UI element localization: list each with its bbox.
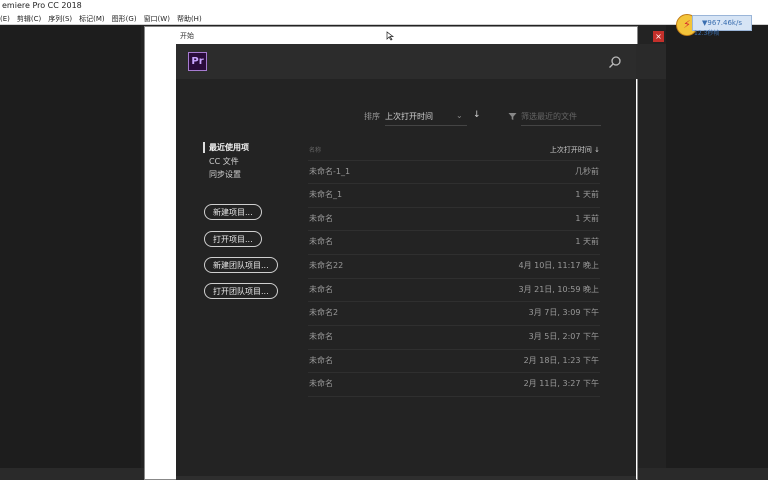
header-extension — [636, 44, 666, 79]
file-name: 未命名 — [309, 356, 333, 365]
file-name: 未命名 — [309, 237, 333, 246]
dialog-titlebar[interactable] — [176, 29, 636, 44]
table-row[interactable]: 未命名-1_1 几秒前 — [308, 160, 600, 184]
file-name: 未命名_1 — [309, 190, 343, 199]
file-time: 3月 7日, 3:09 下午 — [528, 308, 599, 317]
new-project-button[interactable]: 新建项目... — [204, 204, 262, 220]
table-header: 名称 上次打开时间 ↓ — [308, 145, 600, 159]
file-time: 3月 21日, 10:59 晚上 — [518, 285, 600, 294]
file-time: 3月 5日, 2:07 下午 — [528, 332, 599, 341]
file-name: 未命名22 — [309, 261, 344, 270]
menu-item-clip[interactable]: 剪辑(C) — [17, 13, 41, 24]
file-time: 1 天前 — [575, 237, 599, 246]
table-row[interactable]: 未命名2 3月 7日, 3:09 下午 — [308, 301, 600, 325]
sort-direction-icon[interactable]: ↓ — [473, 110, 481, 120]
menu-bar: (E) 剪辑(C) 序列(S) 标记(M) 图形(G) 窗口(W) 帮助(H) — [0, 13, 768, 25]
table-row[interactable]: 未命名22 4月 10日, 11:17 晚上 — [308, 254, 600, 278]
menu-item-graphics[interactable]: 图形(G) — [112, 13, 137, 24]
nav-item-cc-files[interactable]: CC 文件 — [209, 156, 239, 167]
menu-item-edit[interactable]: (E) — [0, 13, 10, 24]
file-time: 4月 10日, 11:17 晚上 — [518, 261, 600, 270]
table-row[interactable]: 未命名 3月 21日, 10:59 晚上 — [308, 278, 600, 302]
close-button[interactable]: × — [653, 31, 664, 42]
filter-icon — [508, 113, 517, 120]
table-row[interactable]: 未命名 2月 18日, 1:23 下午 — [308, 349, 600, 373]
filter-input[interactable]: 筛选最近的文件 — [521, 111, 601, 126]
file-name: 未命名 — [309, 379, 333, 388]
file-name: 未命名 — [309, 285, 333, 294]
open-team-project-button[interactable]: 打开团队项目... — [204, 283, 278, 299]
table-row[interactable]: 未命名_1 1 天前 — [308, 183, 600, 207]
nav-item-sync-settings[interactable]: 同步设置 — [209, 169, 241, 180]
table-row[interactable]: 未命名 2月 11日, 3:27 下午 — [308, 372, 600, 397]
file-time: 2月 11日, 3:27 下午 — [523, 379, 599, 388]
sort-label: 排序 — [364, 112, 380, 121]
file-name: 未命名 — [309, 214, 333, 223]
table-row[interactable]: 未命名 3月 5日, 2:07 下午 — [308, 325, 600, 349]
dialog-footer — [176, 476, 636, 480]
table-row[interactable]: 未命名 1 天前 — [308, 230, 600, 254]
file-name: 未命名 — [309, 332, 333, 341]
file-name: 未命名2 — [309, 308, 339, 317]
dialog-title: 开始 — [180, 32, 194, 40]
network-speed-badge: ⚡ ▼967.46k/s 12.3秒帧 — [676, 14, 752, 37]
left-panel — [0, 25, 141, 480]
open-project-button[interactable]: 打开项目... — [204, 231, 262, 247]
table-row[interactable]: 未命名 1 天前 — [308, 207, 600, 231]
nav-item-recent[interactable]: 最近使用项 — [209, 142, 249, 153]
menu-item-markers[interactable]: 标记(M) — [79, 13, 105, 24]
menu-item-help[interactable]: 帮助(H) — [177, 13, 202, 24]
file-time: 几秒前 — [575, 167, 599, 176]
nav-selection-indicator — [203, 142, 205, 153]
dialog-header — [176, 44, 636, 79]
file-time: 1 天前 — [575, 214, 599, 223]
speed-subtext: 12.3秒帧 — [694, 30, 720, 37]
right-panel — [666, 25, 768, 480]
app-title: emiere Pro CC 2018 — [0, 0, 768, 13]
menu-item-window[interactable]: 窗口(W) — [144, 13, 170, 24]
file-time: 2月 18日, 1:23 下午 — [523, 356, 599, 365]
new-team-project-button[interactable]: 新建团队项目... — [204, 257, 278, 273]
file-name: 未命名-1_1 — [309, 167, 351, 176]
column-name-header[interactable]: 名称 — [309, 145, 321, 154]
move-cursor-icon — [386, 31, 395, 41]
search-icon[interactable] — [608, 55, 622, 69]
premiere-logo: Pr — [188, 52, 207, 71]
sort-dropdown[interactable]: 上次打开时间 — [385, 111, 467, 126]
column-time-header[interactable]: 上次打开时间 ↓ — [550, 145, 600, 155]
menu-item-sequence[interactable]: 序列(S) — [48, 13, 72, 24]
file-time: 1 天前 — [575, 190, 599, 199]
chevron-down-icon[interactable]: ⌄ — [456, 111, 463, 120]
